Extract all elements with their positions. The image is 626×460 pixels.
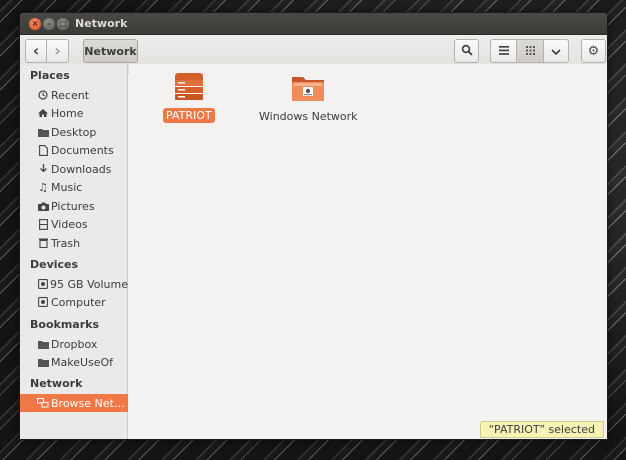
sidebar-header-bookmarks: Bookmarks [30, 318, 99, 331]
sidebar-item-label: Desktop [51, 125, 97, 139]
list-view-button[interactable] [490, 39, 517, 63]
sidebar-item-label: MakeUseOf [51, 355, 114, 369]
sidebar-item-recent[interactable]: Recent [20, 86, 128, 104]
sidebar-item-label: 95 GB Volume [50, 277, 128, 291]
status-bar: “PATRIOT” selected [479, 421, 604, 438]
search-icon [461, 44, 473, 59]
server-icon [171, 72, 207, 105]
clock-icon [36, 90, 50, 100]
settings-button[interactable]: ⚙ [581, 39, 606, 63]
forward-button[interactable]: › [47, 39, 69, 63]
sidebar-item-label: Videos [51, 217, 88, 231]
file-label: Windows Network [259, 110, 358, 123]
network-folder-icon [290, 73, 326, 106]
folder-icon [36, 128, 50, 137]
sidebar-item-label: Recent [51, 88, 90, 102]
sidebar-item-browse-network[interactable]: Browse Net… [20, 394, 128, 412]
folder-icon [36, 340, 50, 349]
titlebar[interactable]: × – □ Network [20, 13, 607, 35]
sidebar-item-label: Trash [51, 236, 81, 250]
breadcrumb-network[interactable]: Network [83, 39, 138, 63]
sidebar-item-pictures[interactable]: Pictures [20, 197, 128, 215]
sidebar-item-label: Pictures [51, 199, 95, 213]
drive-icon [36, 297, 50, 307]
file-item-windows-network[interactable]: Windows Network [256, 73, 361, 124]
sidebar: Places Recent Home Desktop Documents Dow… [20, 64, 128, 439]
sidebar-item-makeuseof[interactable]: MakeUseOf [20, 353, 128, 371]
file-label: PATRIOT [163, 108, 215, 123]
view-options-button[interactable] [544, 39, 569, 63]
sidebar-item-downloads[interactable]: Downloads [20, 160, 128, 178]
close-button[interactable]: × [29, 18, 41, 30]
sidebar-item-95gb-volume[interactable]: 95 GB Volume [20, 275, 128, 293]
trash-icon [36, 238, 50, 248]
minimize-button[interactable]: – [43, 18, 55, 30]
file-manager-window: × – □ Network ‹ › Network ⚙ Places Recen… [19, 12, 608, 440]
sidebar-item-label: Home [51, 106, 84, 120]
grid-view-button[interactable] [517, 39, 544, 63]
window-title: Network [75, 17, 128, 30]
download-icon [36, 164, 50, 174]
chevron-right-icon: › [54, 41, 61, 60]
home-icon [36, 108, 50, 118]
sidebar-item-dropbox[interactable]: Dropbox [20, 335, 128, 353]
sidebar-item-label: Downloads [51, 162, 112, 176]
film-icon [36, 218, 50, 230]
list-icon [498, 44, 509, 58]
sidebar-item-label: Browse Net… [51, 396, 125, 410]
chevron-left-icon: ‹ [32, 41, 40, 60]
file-view[interactable]: PATRIOT Windows Network “PATRIOT” select… [129, 64, 607, 439]
network-icon [36, 398, 50, 408]
sidebar-item-desktop[interactable]: Desktop [20, 123, 128, 141]
sidebar-item-videos[interactable]: Videos [20, 215, 128, 233]
sidebar-item-computer[interactable]: Computer [20, 293, 128, 311]
file-item-patriot[interactable]: PATRIOT [163, 72, 215, 123]
sidebar-item-documents[interactable]: Documents [20, 141, 128, 159]
grid-icon [525, 44, 535, 58]
camera-icon [36, 202, 50, 211]
gear-icon: ⚙ [587, 43, 600, 59]
sidebar-item-label: Dropbox [51, 337, 98, 351]
search-button[interactable] [454, 39, 479, 63]
sidebar-item-label: Computer [51, 295, 106, 309]
document-icon [36, 144, 50, 156]
chevron-down-icon [551, 44, 561, 58]
maximize-button[interactable]: □ [57, 18, 69, 30]
back-button[interactable]: ‹ [25, 39, 47, 63]
sidebar-header-network: Network [30, 377, 83, 390]
sidebar-item-label: Music [51, 180, 83, 194]
sidebar-item-home[interactable]: Home [20, 104, 128, 122]
folder-icon [36, 358, 50, 367]
music-icon: ♫ [38, 180, 48, 194]
sidebar-header-devices: Devices [30, 258, 79, 271]
drive-icon [36, 279, 49, 289]
sidebar-item-music[interactable]: ♫ Music [20, 178, 128, 196]
sidebar-header-places: Places [30, 69, 70, 82]
sidebar-item-trash[interactable]: Trash [20, 234, 128, 252]
sidebar-item-label: Documents [51, 143, 114, 157]
